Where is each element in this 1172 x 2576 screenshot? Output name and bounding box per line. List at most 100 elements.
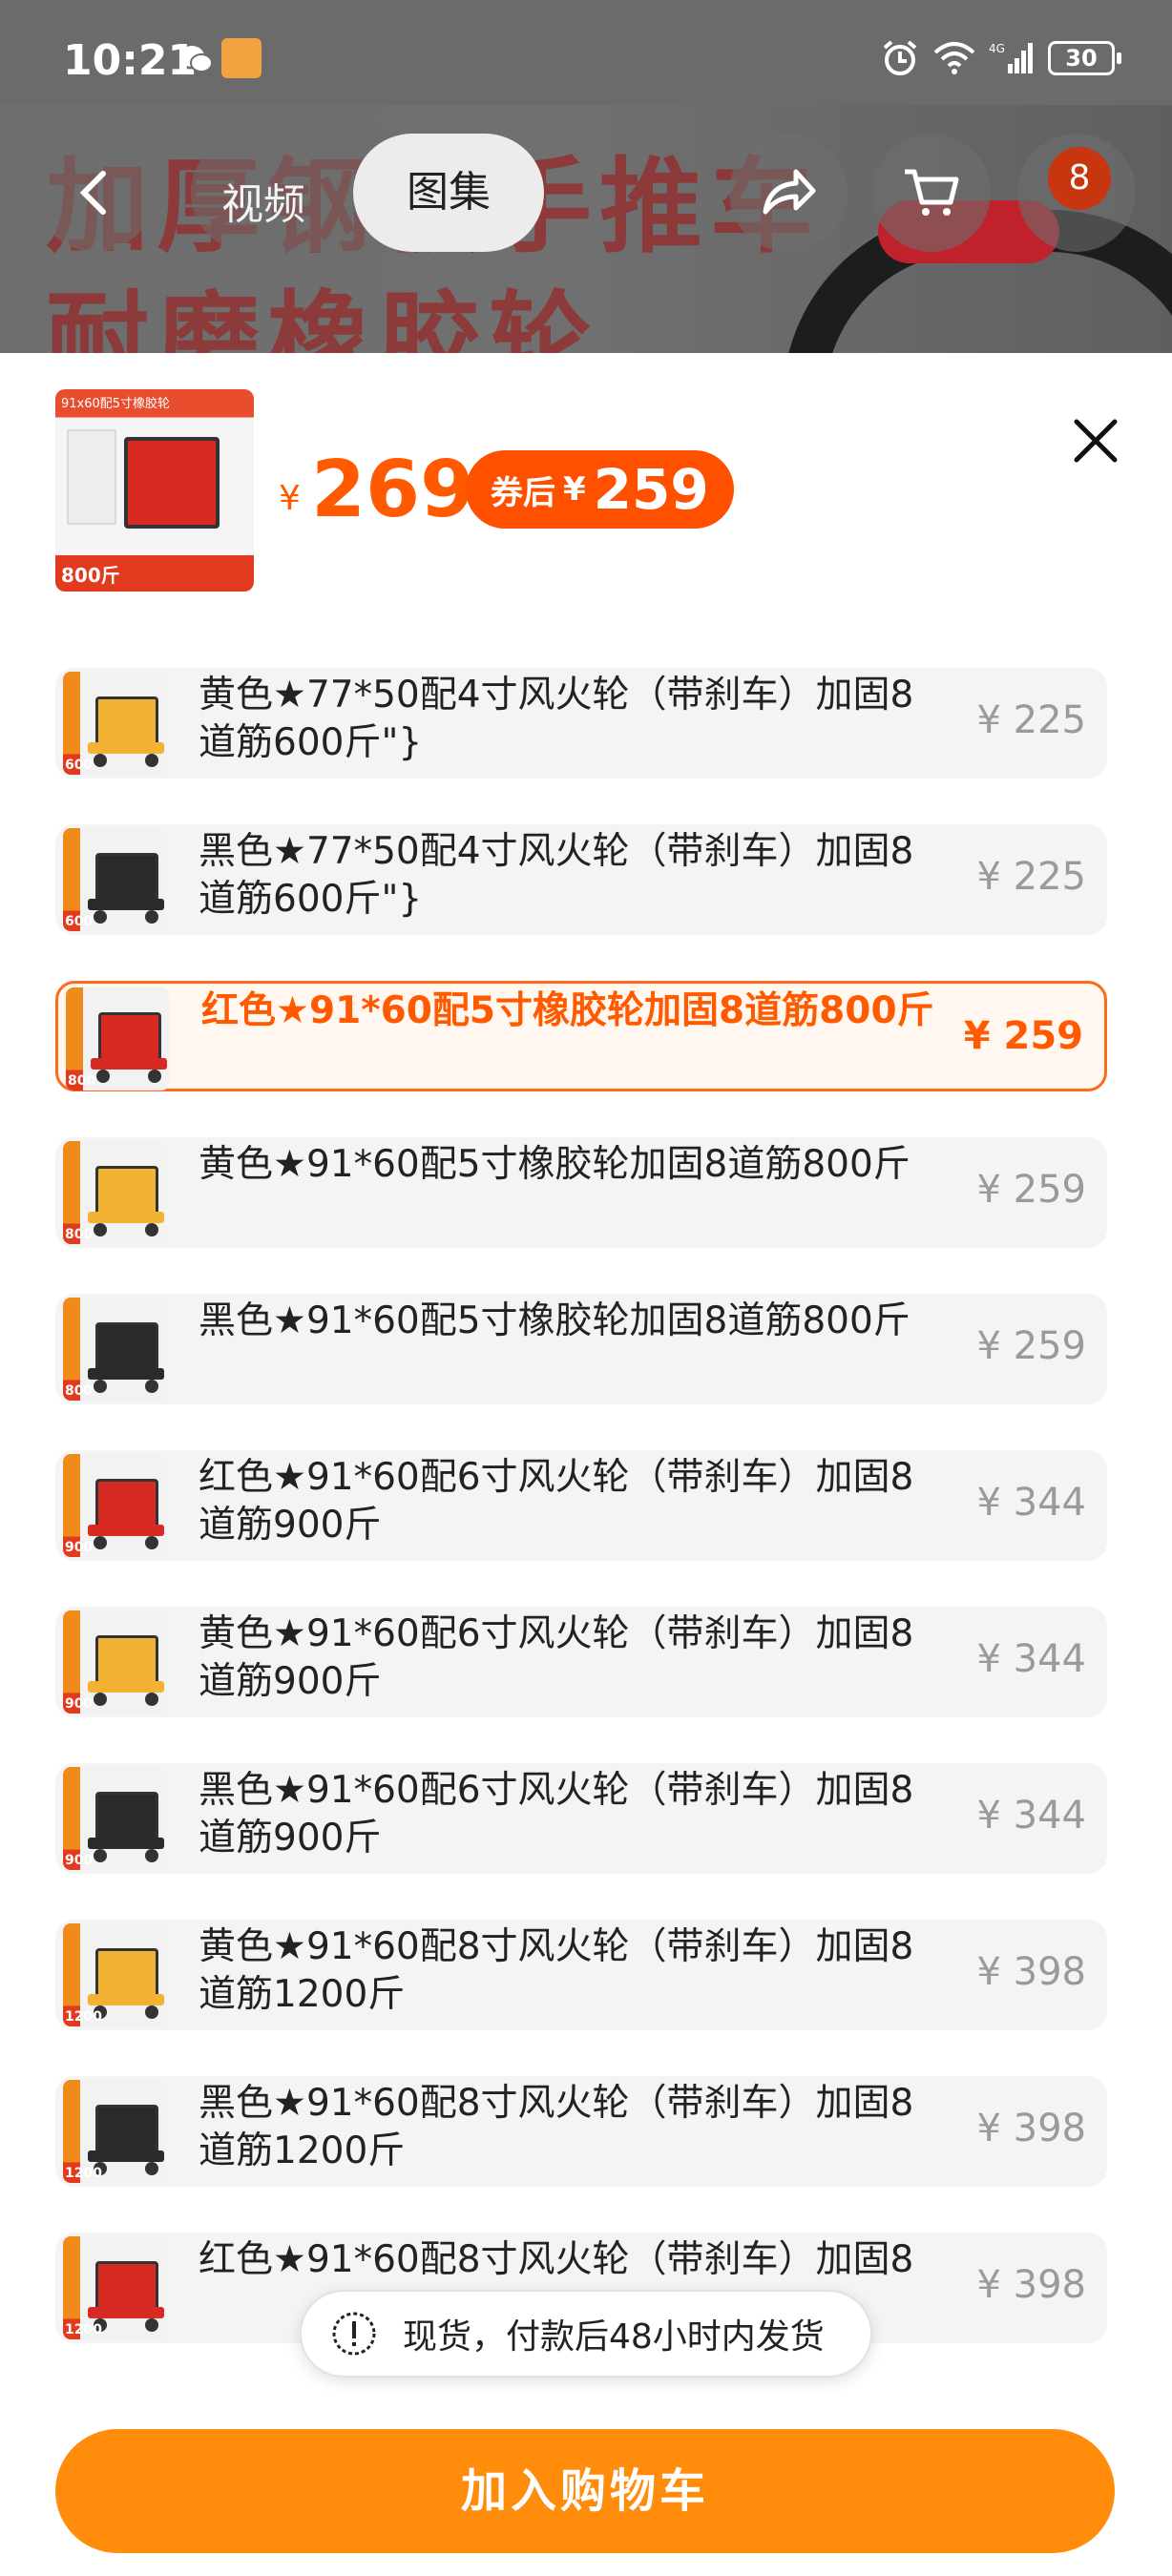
cart-base-image xyxy=(88,1212,164,1223)
thumbnail-load-label: 800斤 xyxy=(61,564,120,587)
cart-base-image xyxy=(88,2150,164,2162)
wheel-icon xyxy=(145,1693,158,1706)
variant-price: ¥ 344 xyxy=(976,1637,1086,1681)
cart-base-image xyxy=(88,1994,164,2005)
variant-option[interactable]: 600 黑色★77*50配4寸风火轮（带刹车）加固8道筋600斤"} ¥ 225 xyxy=(55,824,1107,935)
coupon-price-badge: 券后 ¥ 259 xyxy=(466,450,734,529)
wheel-icon xyxy=(94,1223,107,1236)
thumbnail-load-tag: 600 xyxy=(65,758,94,773)
variant-thumbnail: 1200 xyxy=(63,2236,166,2339)
variant-option[interactable]: 900 红色★91*60配6寸风火轮（带刹车）加固8道筋900斤 ¥ 344 xyxy=(55,1450,1107,1561)
variant-label: 黑色★91*60配6寸风火轮（带刹车）加固8道筋900斤 xyxy=(199,1769,914,1859)
thumbnail-spec-text: 91x60配5寸橡胶轮 xyxy=(61,397,171,411)
price: 269 xyxy=(311,445,475,535)
wechat-icon xyxy=(179,46,213,73)
variant-thumbnail: 800 xyxy=(66,987,169,1091)
product-gallery[interactable]: 加厚钢板手推车 耐磨橡胶轮 视频 图集 8 xyxy=(0,105,1172,353)
variant-option[interactable]: 800 红色★91*60配5寸橡胶轮加固8道筋800斤 ¥ 259 xyxy=(55,981,1107,1091)
cart-base-image xyxy=(88,899,164,910)
cart-panel-image xyxy=(95,1948,158,1998)
cart-count-badge: 8 xyxy=(1048,147,1111,210)
cart-panel-image xyxy=(95,1479,158,1528)
thumbnail-load-tag: 900 xyxy=(65,1853,94,1868)
alarm-icon xyxy=(883,40,917,75)
variant-option[interactable]: 800 黑色★91*60配5寸橡胶轮加固8道筋800斤 ¥ 259 xyxy=(55,1294,1107,1404)
wheel-icon xyxy=(94,754,107,767)
wheel-icon xyxy=(94,910,107,924)
variant-option[interactable]: 1200 黄色★91*60配8寸风火轮（带刹车）加固8道筋1200斤 ¥ 398 xyxy=(55,1920,1107,2030)
cart-panel-image xyxy=(95,2105,158,2154)
close-icon[interactable] xyxy=(1069,414,1122,467)
back-button[interactable] xyxy=(36,134,155,252)
price-currency: ¥ xyxy=(279,479,301,518)
cart-base-image xyxy=(88,2307,164,2318)
toast-text: 现货，付款后48小时内发货 xyxy=(403,2317,825,2357)
variant-label: 红色★91*60配6寸风火轮（带刹车）加固8道筋900斤 xyxy=(199,1456,914,1547)
thumbnail-load-tag: 900 xyxy=(65,1696,94,1712)
wheel-icon xyxy=(145,1380,158,1393)
variant-option[interactable]: 800 黄色★91*60配5寸橡胶轮加固8道筋800斤 ¥ 259 xyxy=(55,1137,1107,1248)
cart-base-image xyxy=(88,742,164,754)
share-button[interactable] xyxy=(729,134,848,252)
variant-price: ¥ 225 xyxy=(976,698,1086,742)
thumbnail-load-tag: 800 xyxy=(68,1073,96,1089)
thumbnail-load-tag: 1200 xyxy=(65,2166,102,2181)
variant-label: 黑色★91*60配8寸风火轮（带刹车）加固8道筋1200斤 xyxy=(199,2082,914,2172)
variant-label: 黄色★77*50配4寸风火轮（带刹车）加固8道筋600斤"} xyxy=(199,674,914,764)
thumbnail-load-tag: 600 xyxy=(65,914,94,929)
wheel-icon xyxy=(145,754,158,767)
variant-price: ¥ 398 xyxy=(976,2263,1086,2307)
wifi-icon xyxy=(933,42,975,74)
coupon-label: 券后 xyxy=(491,473,555,512)
variant-option[interactable]: 900 黄色★91*60配6寸风火轮（带刹车）加固8道筋900斤 ¥ 344 xyxy=(55,1607,1107,1717)
tab-gallery[interactable]: 图集 xyxy=(353,134,544,252)
variant-label: 黑色★91*60配5寸橡胶轮加固8道筋800斤 xyxy=(199,1299,910,1342)
hero-headline-2: 耐磨橡胶轮 xyxy=(46,280,600,353)
variant-option[interactable]: 900 黑色★91*60配6寸风火轮（带刹车）加固8道筋900斤 ¥ 344 xyxy=(55,1763,1107,1874)
selected-variant-thumbnail[interactable]: 91x60配5寸橡胶轮 800斤 xyxy=(55,389,254,592)
variant-price: ¥ 259 xyxy=(976,1168,1086,1212)
wheel-icon xyxy=(145,1536,158,1549)
wheel-icon xyxy=(145,910,158,924)
thumbnail-spec-table xyxy=(67,429,116,525)
wheel-icon xyxy=(94,1693,107,1706)
wheel-icon xyxy=(148,1070,161,1083)
cart-panel-image xyxy=(95,853,158,903)
thumbnail-load-tag: 1200 xyxy=(65,2322,102,2337)
variant-option[interactable]: 1200 黑色★91*60配8寸风火轮（带刹车）加固8道筋1200斤 ¥ 398 xyxy=(55,2076,1107,2187)
cart-base-image xyxy=(88,1525,164,1536)
variant-label: 黄色★91*60配5寸橡胶轮加固8道筋800斤 xyxy=(199,1143,910,1186)
tab-video[interactable]: 视频 xyxy=(221,170,305,231)
variant-price: ¥ 398 xyxy=(976,2107,1086,2150)
cart-panel-image xyxy=(95,1166,158,1215)
cart-base-image xyxy=(88,1368,164,1380)
info-icon xyxy=(332,2312,376,2356)
cart-button[interactable] xyxy=(872,134,991,252)
signal-icon: 4G xyxy=(989,42,1033,73)
variant-thumbnail: 1200 xyxy=(63,1923,166,2026)
network-label: 4G xyxy=(989,42,1005,55)
variant-price: ¥ 259 xyxy=(963,1014,1083,1058)
cart-panel-image xyxy=(95,1635,158,1685)
wheel-icon xyxy=(94,1380,107,1393)
variant-price: ¥ 259 xyxy=(976,1324,1086,1368)
add-to-cart-button[interactable]: 加入购物车 xyxy=(55,2429,1115,2553)
cart-panel-image xyxy=(98,1012,161,1062)
variant-price: ¥ 344 xyxy=(976,1794,1086,1838)
thumbnail-load-tag: 900 xyxy=(65,1540,94,1555)
wheel-icon xyxy=(96,1070,110,1083)
wheel-icon xyxy=(145,2162,158,2175)
chevron-left-icon xyxy=(79,171,106,215)
variant-option[interactable]: 600 黄色★77*50配4寸风火轮（带刹车）加固8道筋600斤"} ¥ 225 xyxy=(55,668,1107,779)
cart-panel-image xyxy=(95,1792,158,1841)
wheel-icon xyxy=(145,2005,158,2019)
variant-label: 红色★91*60配8寸风火轮（带刹车）加固8 xyxy=(199,2238,914,2281)
variant-label: 黄色★91*60配6寸风火轮（带刹车）加固8道筋900斤 xyxy=(199,1612,914,1703)
battery-icon: 30 xyxy=(1048,41,1121,75)
wheel-icon xyxy=(94,1849,107,1862)
variant-thumbnail: 800 xyxy=(63,1141,166,1244)
share-icon xyxy=(763,169,816,215)
variant-thumbnail: 800 xyxy=(63,1298,166,1401)
shipping-toast: 现货，付款后48小时内发货 xyxy=(300,2290,872,2378)
sku-selection-sheet: 91x60配5寸橡胶轮 800斤 ¥ 269 券后 ¥ 259 600 黄色★77… xyxy=(0,353,1172,2576)
